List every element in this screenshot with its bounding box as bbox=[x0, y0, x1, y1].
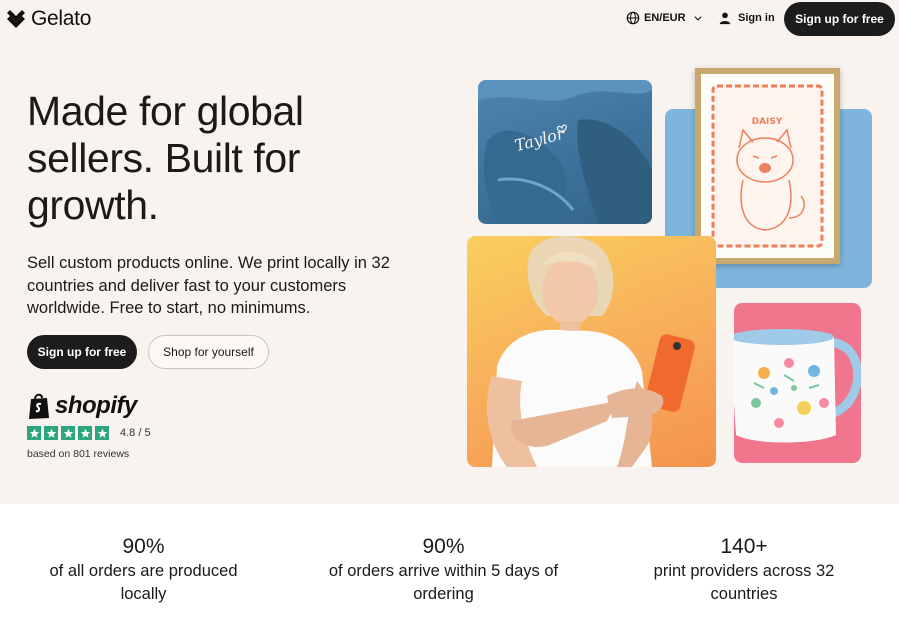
star-icon bbox=[95, 426, 109, 440]
star-icon bbox=[27, 426, 41, 440]
sweatshirt-image: Taylor bbox=[478, 80, 652, 224]
stat-print-providers: 140+ print providers across 32 countries bbox=[636, 534, 852, 605]
mug-image bbox=[734, 303, 861, 463]
chevron-down-icon bbox=[694, 16, 702, 21]
star-icon bbox=[78, 426, 92, 440]
shopify-bag-icon bbox=[29, 393, 49, 419]
stat-value: 140+ bbox=[720, 535, 768, 558]
star-icon bbox=[61, 426, 75, 440]
stat-label: print providers across 32 countries bbox=[653, 562, 835, 603]
brand-name: Gelato bbox=[31, 7, 92, 30]
shop-for-yourself-button[interactable]: Shop for yourself bbox=[148, 335, 269, 369]
hero-subtitle: Sell custom products online. We print lo… bbox=[27, 254, 390, 317]
shopify-wordmark: shopify bbox=[55, 392, 137, 419]
stat-value: 90% bbox=[122, 535, 165, 558]
stats-section: 90% of all orders are produced locally 9… bbox=[0, 504, 899, 617]
woman-with-phone-image bbox=[467, 236, 716, 467]
site-header: Gelato EN/EUR Sign in Sign up for free bbox=[0, 0, 899, 38]
signup-button[interactable]: Sign up for free bbox=[27, 335, 137, 369]
rating-value: 4.8 / 5 bbox=[120, 427, 151, 439]
shopify-logo: shopify bbox=[27, 392, 137, 420]
globe-icon bbox=[626, 11, 640, 25]
language-selector[interactable]: EN/EUR bbox=[626, 11, 703, 25]
framed-print-image: DAISY bbox=[695, 68, 840, 264]
gelato-logo[interactable]: Gelato bbox=[6, 7, 91, 31]
star-icon bbox=[44, 426, 58, 440]
header-signup-button[interactable]: Sign up for free bbox=[784, 2, 895, 36]
language-label: EN/EUR bbox=[644, 12, 686, 24]
gelato-logo-icon bbox=[7, 10, 25, 28]
stat-delivery-speed: 90% of orders arrive within 5 days of or… bbox=[322, 534, 565, 605]
hero-title: Made for global sellers. Built for growt… bbox=[27, 88, 304, 228]
stat-value: 90% bbox=[422, 535, 465, 558]
signin-label: Sign in bbox=[738, 12, 775, 24]
review-count: based on 801 reviews bbox=[27, 448, 130, 460]
stat-local-production: 90% of all orders are produced locally bbox=[26, 534, 261, 605]
signin-link[interactable]: Sign in bbox=[718, 11, 775, 25]
stat-label: of all orders are produced locally bbox=[49, 562, 238, 603]
stat-label: of orders arrive within 5 days of orderi… bbox=[328, 562, 559, 603]
rating-stars: 4.8 / 5 bbox=[27, 426, 151, 440]
print-label: DAISY bbox=[752, 117, 783, 127]
user-icon bbox=[719, 12, 731, 25]
